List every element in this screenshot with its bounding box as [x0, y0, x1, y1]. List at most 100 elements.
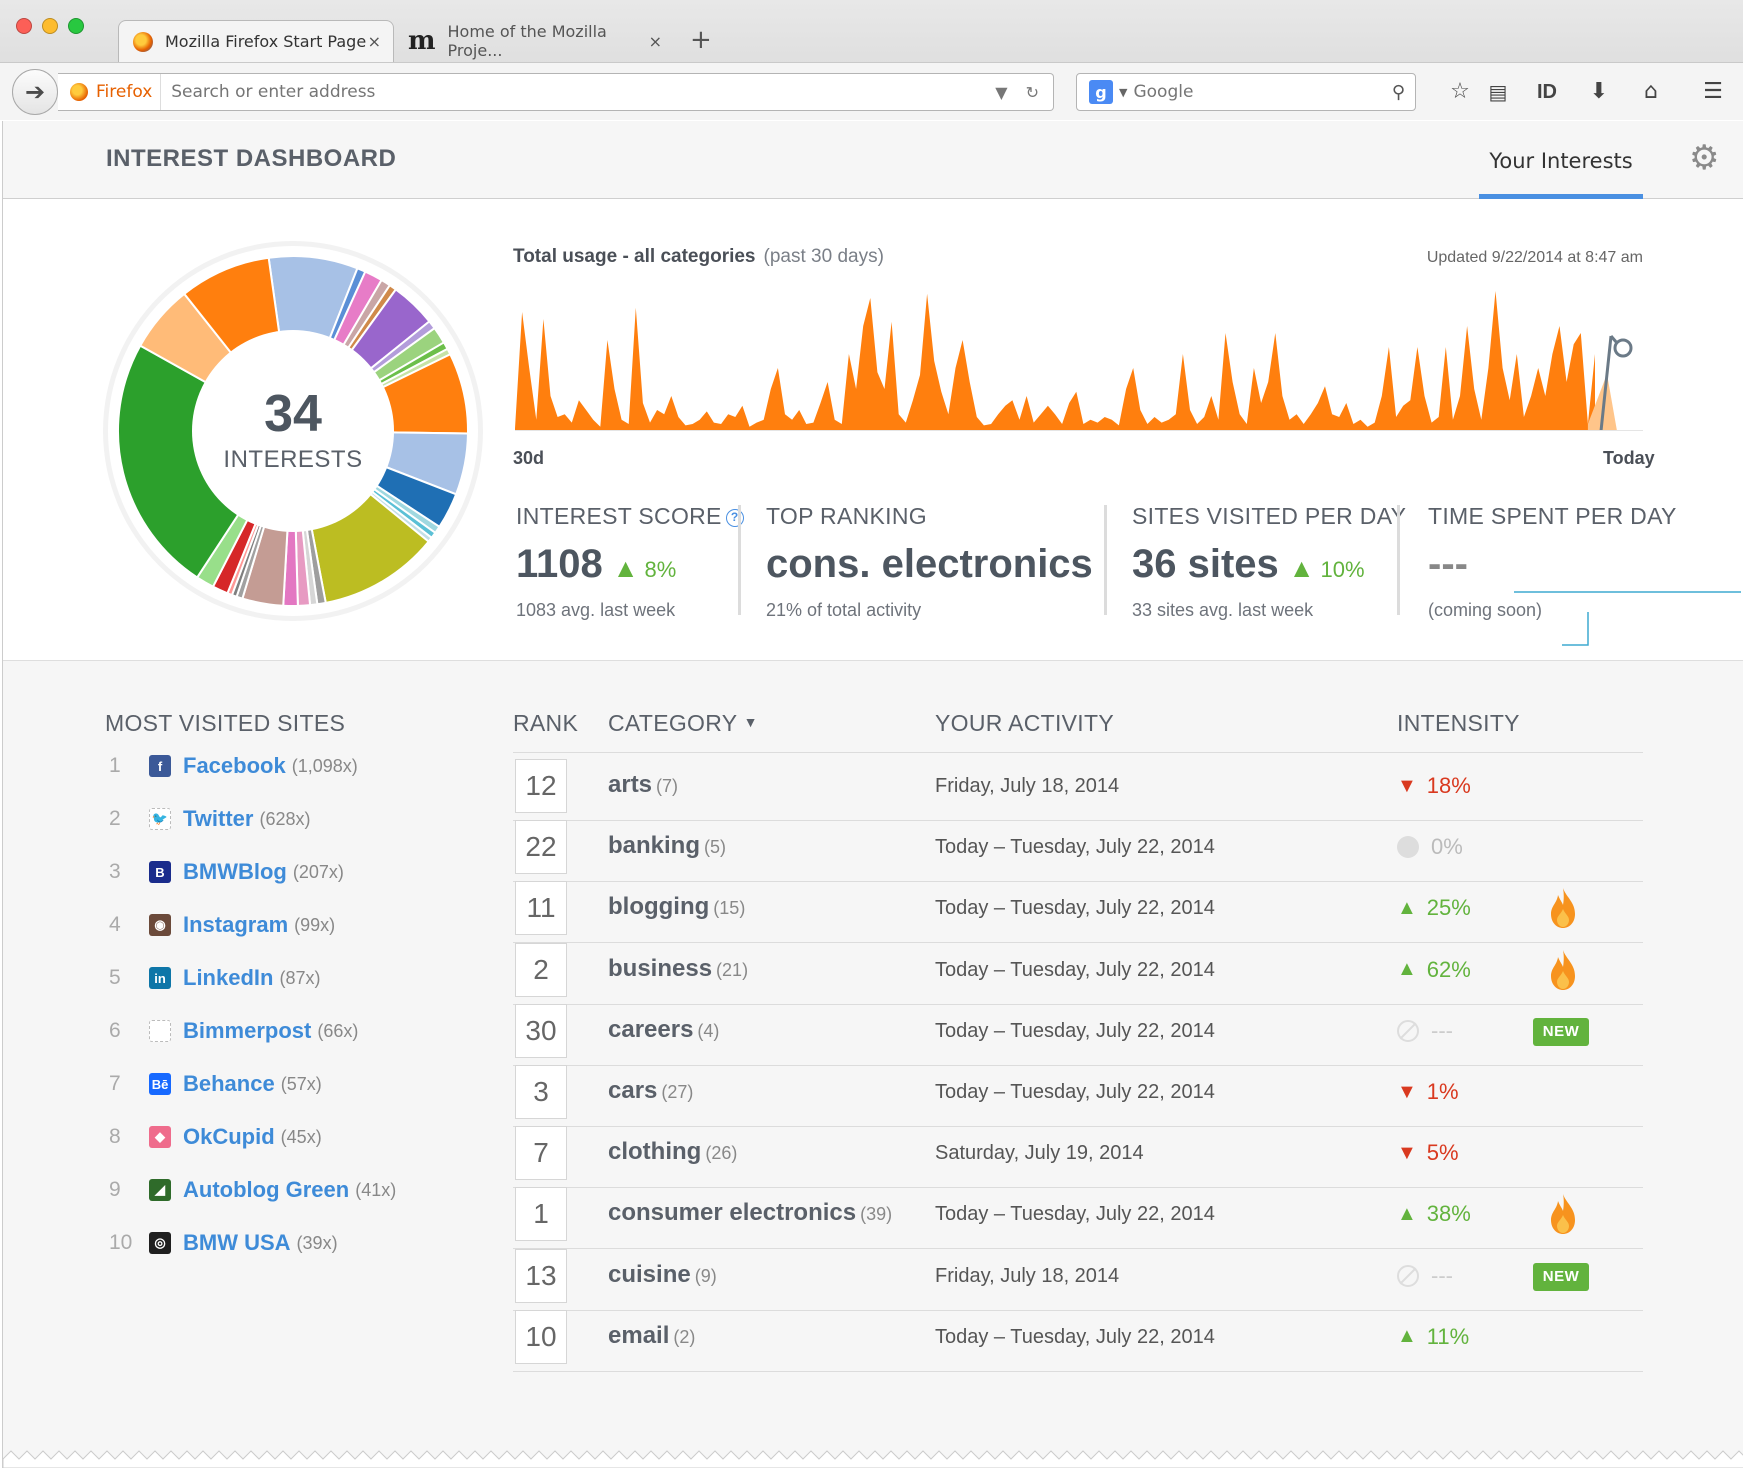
site-rank: 6: [109, 1019, 121, 1042]
reading-list-icon[interactable]: ▤: [1481, 75, 1515, 109]
most-visited-site[interactable]: 3 B BMWBlog (207x): [109, 857, 344, 887]
engine-dropdown-icon[interactable]: ▼: [1119, 86, 1127, 99]
tab-firefox-start[interactable]: Mozilla Firefox Start Page ×: [118, 20, 394, 62]
gear-icon[interactable]: ⚙: [1689, 141, 1719, 175]
category-name[interactable]: clothing (26): [608, 1138, 737, 1166]
torn-edge-decoration: [3, 1450, 1743, 1468]
new-tab-button[interactable]: +: [690, 26, 712, 54]
most-visited-site[interactable]: 2 🐦 Twitter (628x): [109, 804, 311, 834]
site-visit-count: (99x): [294, 914, 336, 935]
url-bar[interactable]: Firefox ▼ ↻: [58, 73, 1054, 111]
most-visited-site[interactable]: 6 Bimmerpost (66x): [109, 1016, 358, 1046]
category-name[interactable]: careers (4): [608, 1016, 719, 1044]
interests-donut-chart[interactable]: [101, 239, 485, 623]
category-name[interactable]: consumer electronics (39): [608, 1199, 892, 1227]
stat-value: 36 sites ▲ 10%: [1132, 542, 1365, 586]
category-name[interactable]: arts (7): [608, 771, 678, 799]
site-visit-count: (45x): [280, 1126, 322, 1147]
site-identity[interactable]: Firefox: [58, 74, 162, 110]
table-row[interactable]: 7 clothing (26) Saturday, July 19, 2014 ▼ 5%: [513, 1120, 1643, 1189]
reload-icon[interactable]: ↻: [1026, 83, 1039, 102]
stat-label: SITES VISITED PER DAY: [1132, 503, 1407, 529]
column-header-category[interactable]: CATEGORY ▼: [608, 710, 758, 737]
intensity-value: ▼ 1%: [1397, 1079, 1459, 1104]
most-visited-site[interactable]: 1 f Facebook (1,098x): [109, 751, 358, 781]
stat-sites-per-day: SITES VISITED PER DAY 36 sites ▲ 10% 33 si…: [1132, 503, 1406, 621]
history-dropdown-icon[interactable]: ▼: [995, 83, 1007, 102]
site-link[interactable]: Twitter: [183, 806, 253, 832]
firefox-logo-icon: [70, 83, 88, 101]
usage-area-chart[interactable]: [515, 281, 1643, 431]
table-row[interactable]: 10 email (2) Today – Tuesday, July 22, 2014…: [513, 1304, 1643, 1372]
stat-subtext: 21% of total activity: [766, 600, 922, 620]
category-name[interactable]: email (2): [608, 1322, 695, 1350]
search-input[interactable]: [1133, 82, 1392, 102]
most-visited-site[interactable]: 7 Bē Behance (57x): [109, 1069, 322, 1099]
activity-date: Today – Tuesday, July 22, 2014: [935, 836, 1215, 859]
table-row[interactable]: 1 consumer electronics (39) Today – Tuesday…: [513, 1181, 1643, 1250]
intensity-value: ▼ 5%: [1397, 1140, 1459, 1166]
help-icon[interactable]: ?: [725, 509, 744, 527]
tab-your-interests[interactable]: Your Interests: [1479, 121, 1643, 199]
category-name[interactable]: blogging (15): [608, 893, 745, 921]
column-header-rank[interactable]: RANK: [513, 710, 578, 737]
site-link[interactable]: LinkedIn: [183, 965, 273, 991]
no-data-icon: [1397, 1019, 1419, 1042]
activity-date: Friday, July 18, 2014: [935, 1264, 1120, 1287]
site-link[interactable]: BMW USA: [183, 1230, 291, 1256]
table-row[interactable]: 12 arts (7) Friday, July 18, 2014 ▼ 18%: [513, 753, 1643, 821]
google-engine-icon[interactable]: g: [1089, 80, 1113, 104]
site-link[interactable]: Instagram: [183, 912, 288, 938]
category-name[interactable]: cuisine (9): [608, 1261, 717, 1289]
activity-date: Saturday, July 19, 2014: [935, 1142, 1144, 1165]
most-visited-site[interactable]: 8 ◆ OkCupid (45x): [109, 1122, 322, 1152]
site-link[interactable]: Autoblog Green: [183, 1177, 349, 1203]
rank-box: 7: [515, 1126, 567, 1181]
tab-close-icon[interactable]: ×: [649, 32, 662, 51]
most-visited-site[interactable]: 9 ◢ Autoblog Green (41x): [109, 1175, 396, 1205]
table-row[interactable]: 2 business (21) Today – Tuesday, July 22, 2…: [513, 937, 1643, 1005]
column-header-activity[interactable]: YOUR ACTIVITY: [935, 710, 1114, 737]
site-link[interactable]: Bimmerpost: [183, 1018, 311, 1044]
table-row[interactable]: 22 banking (5) Today – Tuesday, July 22, 20…: [513, 814, 1643, 883]
category-name[interactable]: banking (5): [608, 832, 726, 860]
back-button[interactable]: ➔: [12, 69, 58, 115]
table-row[interactable]: 13 cuisine (9) Friday, July 18, 2014 --- NEW: [513, 1243, 1643, 1311]
site-rank: 7: [109, 1072, 121, 1095]
minimize-window-button[interactable]: [42, 18, 58, 34]
site-rank: 5: [109, 966, 121, 989]
search-bar[interactable]: g ▼ ⚲: [1076, 73, 1416, 111]
tab-close-icon[interactable]: ×: [368, 32, 381, 51]
category-name[interactable]: cars (27): [608, 1077, 693, 1105]
site-link[interactable]: Behance: [183, 1071, 275, 1097]
intensity-value: ▲ 25%: [1397, 895, 1471, 921]
stat-value: 1108 ▲ 8%: [516, 542, 677, 586]
activity-date: Today – Tuesday, July 22, 2014: [935, 958, 1215, 981]
address-input[interactable]: [161, 82, 996, 102]
menu-icon[interactable]: ☰: [1696, 75, 1730, 109]
bookmark-star-icon[interactable]: ☆: [1443, 75, 1477, 109]
table-row[interactable]: 3 cars (27) Today – Tuesday, July 22, 2014 ▼…: [513, 1059, 1643, 1127]
category-name[interactable]: business (21): [608, 955, 748, 983]
id-button[interactable]: ID: [1530, 75, 1564, 109]
zoom-window-button[interactable]: [68, 18, 84, 34]
tab-mozilla-home[interactable]: m Home of the Mozilla Proje... ×: [406, 20, 674, 62]
home-icon[interactable]: ⌂: [1634, 75, 1668, 109]
site-link[interactable]: OkCupid: [183, 1124, 275, 1150]
site-link[interactable]: BMWBlog: [183, 859, 287, 885]
site-rank: 2: [109, 807, 121, 830]
downloads-icon[interactable]: ⬇: [1582, 75, 1616, 109]
search-icon[interactable]: ⚲: [1392, 82, 1405, 103]
most-visited-site[interactable]: 5 in LinkedIn (87x): [109, 963, 320, 993]
column-header-intensity[interactable]: INTENSITY: [1397, 710, 1520, 737]
table-row[interactable]: 11 blogging (15) Today – Tuesday, July 22, …: [513, 875, 1643, 944]
site-rank: 9: [109, 1178, 121, 1201]
close-window-button[interactable]: [16, 18, 32, 34]
divider: [1104, 505, 1107, 615]
flame-icon: [1551, 1194, 1575, 1235]
most-visited-site[interactable]: 10 ◎ BMW USA (39x): [109, 1228, 338, 1258]
site-link[interactable]: Facebook: [183, 753, 286, 779]
most-visited-site[interactable]: 4 ◉ Instagram (99x): [109, 910, 335, 940]
table-row[interactable]: 30 careers (4) Today – Tuesday, July 22, 20…: [513, 998, 1643, 1066]
site-visit-count: (66x): [317, 1020, 359, 1041]
